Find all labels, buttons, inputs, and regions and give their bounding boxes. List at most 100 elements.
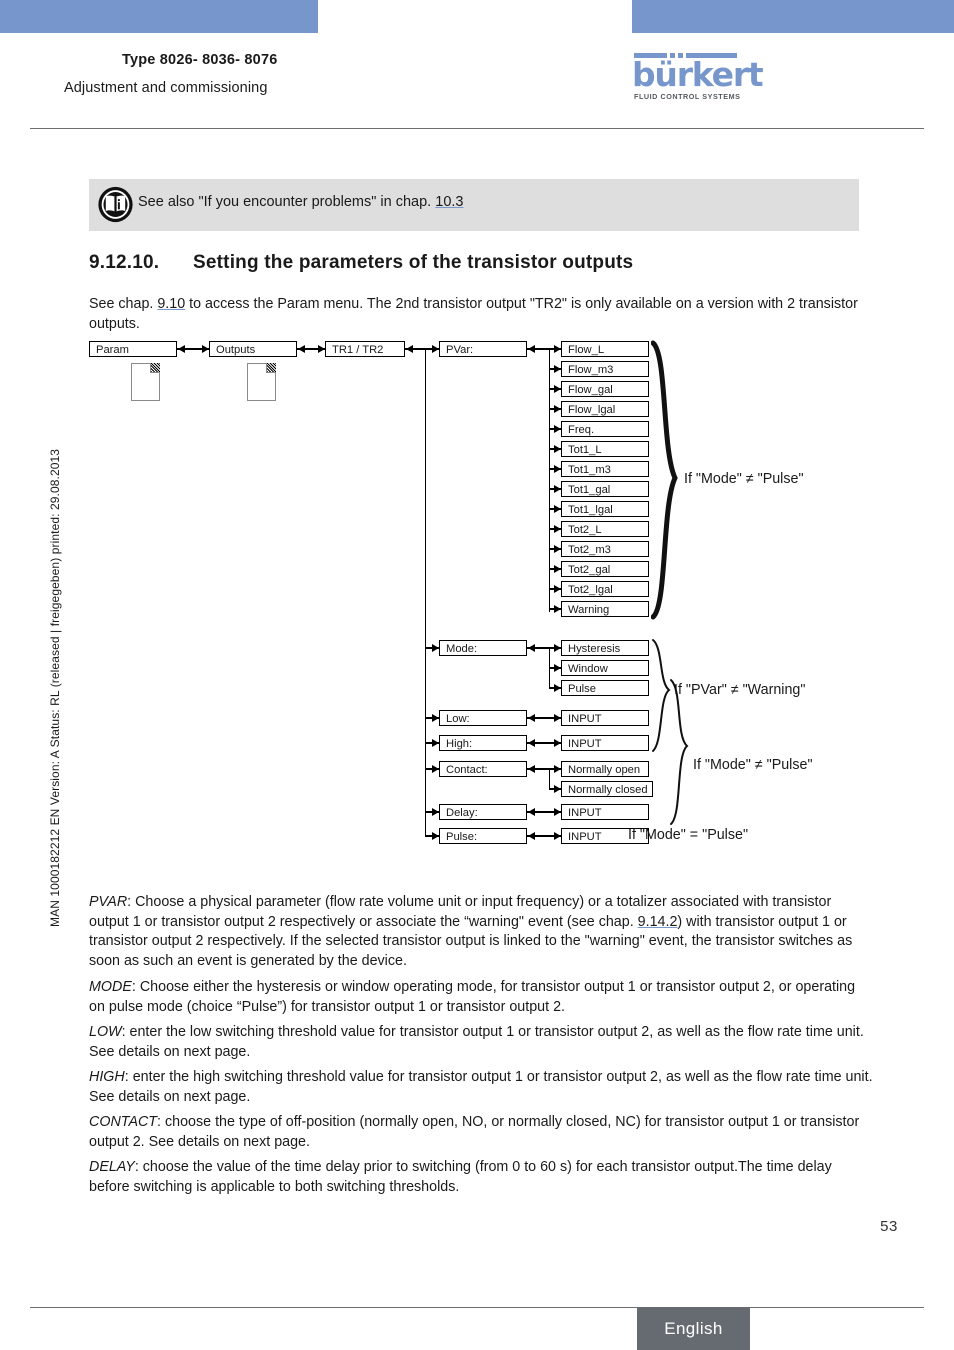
- arrow-to-contact: [432, 765, 439, 773]
- arrow-left-pulse: [528, 832, 535, 840]
- diagram-option-pulse[interactable]: Pulse: [561, 680, 649, 696]
- book-info-icon: [98, 186, 133, 223]
- diagram-box-mode[interactable]: Mode:: [439, 640, 527, 656]
- diagram-option-tot2-gal[interactable]: Tot2_gal: [561, 561, 649, 577]
- diagram-box-outputs[interactable]: Outputs: [209, 341, 297, 357]
- heading-text: Setting the parameters of the transistor…: [193, 252, 634, 273]
- diagram-box-tr1-tr2[interactable]: TR1 / TR2: [325, 341, 405, 357]
- arrow-left-pvar: [528, 345, 535, 353]
- subtrunk-contact: [549, 768, 551, 789]
- paragraph-mode: MODE: Choose either the hysteresis or wi…: [89, 978, 873, 1017]
- delay-term: DELAY: [89, 1159, 135, 1175]
- arrow-to-pvar: [432, 345, 439, 353]
- arrow-pvar-opt-3: [554, 405, 561, 413]
- diagram-option-freq[interactable]: Freq.: [561, 421, 649, 437]
- diagram-option-high-input[interactable]: INPUT: [561, 735, 649, 751]
- language-tab: English: [637, 1307, 750, 1350]
- paragraph-pvar: PVAR: Choose a physical parameter (flow …: [89, 893, 873, 971]
- arrow-to-low: [432, 714, 439, 722]
- arrow-right-tr: [318, 345, 325, 353]
- arrow-pvar-opt-9: [554, 525, 561, 533]
- diagram-option-window[interactable]: Window: [561, 660, 649, 676]
- arrow-left-delay: [528, 808, 535, 816]
- header-divider: [30, 128, 924, 129]
- diagram-option-flow-m3[interactable]: Flow_m3: [561, 361, 649, 377]
- diagram-option-flow-gal[interactable]: Flow_gal: [561, 381, 649, 397]
- arrow-pvar-opt-2: [554, 385, 561, 393]
- diagram-box-param[interactable]: Param: [89, 341, 177, 357]
- arrow-left-outputs: [298, 345, 305, 353]
- diagram-option-tot2-l[interactable]: Tot2_L: [561, 521, 649, 537]
- heading-number: 9.12.10.: [89, 252, 160, 273]
- logo-tagline: FLUID CONTROL SYSTEMS: [634, 92, 741, 102]
- intro-part1: See chap.: [89, 296, 158, 312]
- top-accent-bar-right: [632, 0, 954, 33]
- diagram-option-tot2-m3[interactable]: Tot2_m3: [561, 541, 649, 557]
- arrow-mode-opt-1: [554, 664, 561, 672]
- arrow-high-input: [554, 739, 561, 747]
- diagram-box-delay[interactable]: Delay:: [439, 804, 527, 820]
- arrow-pvar-opt-11: [554, 565, 561, 573]
- footer-divider: [30, 1307, 924, 1308]
- diagram-option-tot1-lgal[interactable]: Tot1_lgal: [561, 501, 649, 517]
- margin-document-id: MAN 1000182212 EN Version: A Status: RL …: [48, 448, 62, 927]
- arrow-pvar-opt-7: [554, 485, 561, 493]
- diagram-option-normally-closed[interactable]: Normally closed: [561, 781, 653, 797]
- arrow-pvar-opt-12: [554, 585, 561, 593]
- diagram-option-low-input[interactable]: INPUT: [561, 710, 649, 726]
- arrow-pvar-opt-0: [554, 345, 561, 353]
- paragraph-high: HIGH: enter the high switching threshold…: [89, 1068, 873, 1107]
- arrow-left-low: [528, 714, 535, 722]
- diagram-option-normally-open[interactable]: Normally open: [561, 761, 649, 777]
- diagram-option-hysteresis[interactable]: Hysteresis: [561, 640, 649, 656]
- arrow-left-high: [528, 739, 535, 747]
- diagram-box-pulse[interactable]: Pulse:: [439, 828, 527, 844]
- contact-text: : choose the type of off-position (norma…: [89, 1114, 860, 1150]
- mode-term: MODE: [89, 979, 132, 995]
- header-type-line: Type 8026- 8036- 8076: [122, 52, 278, 68]
- arrow-pvar-opt-1: [554, 365, 561, 373]
- arrow-pvar-opt-5: [554, 445, 561, 453]
- note-box: See also "If you encounter problems" in …: [89, 179, 859, 231]
- arrow-pvar-opt-6: [554, 465, 561, 473]
- pvar-chapter-link[interactable]: 9.14.2: [638, 914, 678, 930]
- note-chapter-link[interactable]: 10.3: [435, 194, 463, 210]
- note-text-lead: See also "If you encounter problems" in …: [138, 194, 436, 210]
- diagram-option-tot1-l[interactable]: Tot1_L: [561, 441, 649, 457]
- diagram-box-pvar[interactable]: PVar:: [439, 341, 527, 357]
- pvar-term: PVAR: [89, 894, 128, 910]
- arrow-pvar-opt-4: [554, 425, 561, 433]
- arrow-to-high: [432, 739, 439, 747]
- diagram-option-flow-l[interactable]: Flow_L: [561, 341, 649, 357]
- arrow-contact-opt-1: [554, 785, 561, 793]
- diagram-option-warning[interactable]: Warning: [561, 601, 649, 617]
- diagram-option-delay-input[interactable]: INPUT: [561, 804, 649, 820]
- diagram-box-high[interactable]: High:: [439, 735, 527, 751]
- diagram-box-contact[interactable]: Contact:: [439, 761, 527, 777]
- page-icon-outputs: [247, 363, 276, 401]
- arrow-contact-opt-0: [554, 765, 561, 773]
- diagram-option-tot1-gal[interactable]: Tot1_gal: [561, 481, 649, 497]
- arrow-pvar-opt-13: [554, 605, 561, 613]
- arrow-right-outputs: [202, 345, 209, 353]
- diagram-option-tot2-lgal[interactable]: Tot2_lgal: [561, 581, 649, 597]
- mode-text: : Choose either the hysteresis or window…: [89, 979, 856, 1015]
- page-icon-param: [131, 363, 160, 401]
- delay-text: : choose the value of the time delay pri…: [89, 1159, 832, 1195]
- low-term: LOW: [89, 1024, 122, 1040]
- diagram-box-low[interactable]: Low:: [439, 710, 527, 726]
- page-number: 53: [880, 1218, 898, 1235]
- diagram-option-tot1-m3[interactable]: Tot1_m3: [561, 461, 649, 477]
- condition-label-pulse: If "Mode" = "Pulse": [628, 827, 749, 843]
- paragraph-low: LOW: enter the low switching threshold v…: [89, 1023, 873, 1062]
- arrow-mode-opt-2: [554, 684, 561, 692]
- arrow-pulse-input: [554, 832, 561, 840]
- diagram-option-flow-lgal[interactable]: Flow_lgal: [561, 401, 649, 417]
- intro-part2: to access the Param menu. The 2nd transi…: [89, 296, 858, 332]
- burkert-logo: bürkert FLUID CONTROL SYSTEMS: [632, 53, 764, 102]
- intro-chapter-link[interactable]: 9.10: [157, 296, 185, 312]
- contact-term: CONTACT: [89, 1114, 158, 1130]
- arrow-left-contact: [528, 765, 535, 773]
- condition-label-group: If "Mode" ≠ "Pulse": [693, 757, 813, 773]
- arrow-pvar-opt-8: [554, 505, 561, 513]
